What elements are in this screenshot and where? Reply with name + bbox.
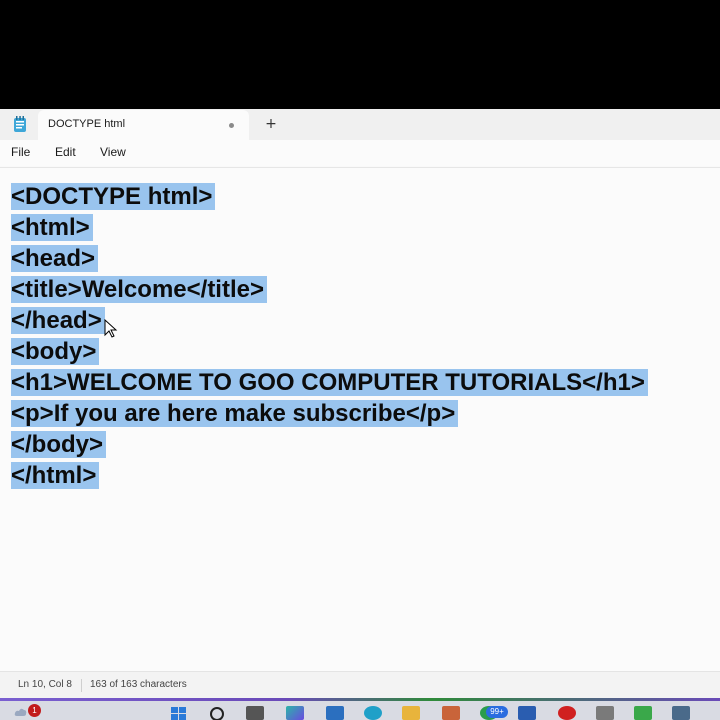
windows-start-icon[interactable] <box>170 706 188 720</box>
copilot-icon[interactable] <box>286 706 304 720</box>
editor-line: </html> <box>11 461 100 491</box>
selected-text: <body> <box>11 338 100 365</box>
file-explorer-icon[interactable] <box>402 706 420 720</box>
notepad-icon <box>14 116 26 132</box>
taskbar-accent-strip <box>0 698 720 701</box>
tab-title: DOCTYPE html <box>48 118 126 130</box>
selected-text: <h1>WELCOME TO GOO COMPUTER TUTORIALS</h… <box>11 369 648 396</box>
app-icon-extra[interactable] <box>672 706 690 720</box>
editor-line: <h1>WELCOME TO GOO COMPUTER TUTORIALS</h… <box>11 368 648 398</box>
editor-line: <p>If you are here make subscribe</p> <box>11 399 459 429</box>
app-icon[interactable] <box>442 706 460 720</box>
character-count: 163 of 163 characters <box>90 679 187 690</box>
selected-text: <html> <box>11 214 93 241</box>
app-badge: 99+ <box>486 706 508 718</box>
text-editor[interactable]: <DOCTYPE html> <html> <head> <title>Welc… <box>0 167 720 671</box>
new-tab-button[interactable]: + <box>264 114 278 134</box>
selected-text: </head> <box>11 307 105 334</box>
snipping-tool-icon[interactable] <box>596 706 614 720</box>
video-letterbox-top <box>0 0 720 109</box>
cursor-position: Ln 10, Col 8 <box>18 679 72 690</box>
editor-line: <title>Welcome</title> <box>11 275 267 305</box>
editor-line: </head> <box>11 306 105 336</box>
tab-bar: DOCTYPE html + <box>0 109 720 141</box>
status-bar: Ln 10, Col 8 163 of 163 characters <box>0 671 720 699</box>
status-divider <box>81 679 82 692</box>
word-icon[interactable] <box>518 706 536 720</box>
task-view-icon[interactable] <box>246 706 264 720</box>
editor-line: </body> <box>11 430 107 460</box>
selected-text: <title>Welcome</title> <box>11 276 267 303</box>
editor-line: <body> <box>11 337 100 367</box>
edge-icon[interactable] <box>364 706 382 720</box>
selected-text: <DOCTYPE html> <box>11 183 216 210</box>
notification-badge: 1 <box>28 704 41 717</box>
selected-text: <head> <box>11 245 99 272</box>
search-icon[interactable] <box>208 706 226 720</box>
selected-text: </html> <box>11 462 100 489</box>
app-h-icon[interactable] <box>634 706 652 720</box>
editor-line: <head> <box>11 244 99 274</box>
menu-bar: File Edit View <box>0 140 720 166</box>
tab-document[interactable]: DOCTYPE html <box>38 110 249 141</box>
menu-file[interactable]: File <box>11 145 30 159</box>
notepad-window: DOCTYPE html + File Edit View <DOCTYPE h… <box>0 109 720 699</box>
taskbar: 1 99+ <box>0 698 720 720</box>
editor-line: <html> <box>11 213 93 243</box>
opera-icon[interactable] <box>558 706 576 720</box>
unsaved-indicator-icon[interactable] <box>229 123 234 128</box>
menu-edit[interactable]: Edit <box>55 145 76 159</box>
selected-text: </body> <box>11 431 107 458</box>
selected-text: <p>If you are here make subscribe</p> <box>11 400 459 427</box>
menu-view[interactable]: View <box>100 145 126 159</box>
store-icon[interactable] <box>326 706 344 720</box>
mouse-pointer-icon <box>104 319 118 338</box>
weather-icon[interactable] <box>14 706 28 718</box>
editor-line: <DOCTYPE html> <box>11 182 216 212</box>
